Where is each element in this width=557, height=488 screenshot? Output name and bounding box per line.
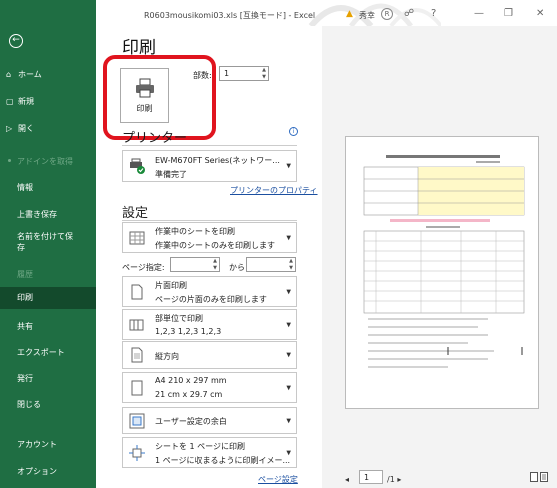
option-title: シートを 1 ページに印刷 xyxy=(155,442,246,451)
close-icon[interactable]: ✕ xyxy=(536,8,544,19)
margins-dropdown[interactable]: ユーザー設定の余白 ▼ xyxy=(122,407,297,434)
sheet-grid-icon xyxy=(129,231,145,244)
collate-icon xyxy=(129,319,144,330)
portrait-icon xyxy=(131,347,143,363)
chevron-down-icon: ▼ xyxy=(286,321,291,328)
coauthor-icon[interactable]: ☍ xyxy=(404,8,414,19)
avatar[interactable]: R xyxy=(381,8,393,20)
sidebar-item-get-addins: アドインを取得 xyxy=(17,157,73,166)
info-icon[interactable]: i xyxy=(289,127,298,136)
option-desc: 21 cm x 29.7 cm xyxy=(155,390,223,399)
sidebar-item-label: 新規 xyxy=(18,97,34,106)
sidebar-item-options[interactable]: オプション xyxy=(17,466,57,477)
paper-size-dropdown[interactable]: A4 210 x 297 mm 21 cm x 29.7 cm ▼ xyxy=(122,372,297,403)
spin-arrows-icon[interactable]: ▲ ▼ xyxy=(289,258,293,272)
printer-properties-link[interactable]: プリンターのプロパティ xyxy=(230,185,318,196)
sidebar-item-export[interactable]: エクスポート xyxy=(17,347,65,358)
backstage-sidebar: ← ⌂ ホーム ▢ 新規 ▷ 開く アドインを取得 情報 上書き保存 名前を付けて保存… xyxy=(0,0,96,488)
page-setup-link[interactable]: ページ設定 xyxy=(258,474,298,485)
spin-arrows-icon[interactable]: ▲ ▼ xyxy=(213,258,217,272)
copies-stepper[interactable]: 1 ▲ ▼ xyxy=(219,66,269,81)
folder-open-icon: ▷ xyxy=(6,124,13,133)
settings-heading: 設定 xyxy=(122,206,149,221)
margins-icon xyxy=(129,413,145,428)
pages-to-input[interactable]: ▲ ▼ xyxy=(246,257,296,272)
option-title: 作業中のシートを印刷 xyxy=(155,227,235,236)
sidebar-item-info[interactable]: 情報 xyxy=(17,182,33,193)
addin-bullet-icon xyxy=(8,159,11,162)
zoom-to-page-icon[interactable] xyxy=(530,472,548,482)
printer-dropdown[interactable]: EW-M670FT Series(ネットワー... 準備完了 ▼ xyxy=(122,150,297,182)
page-total: /1 ▸ xyxy=(387,475,402,484)
chevron-down-icon: ▼ xyxy=(286,162,291,170)
sidebar-item-account[interactable]: アカウント xyxy=(17,439,57,450)
sidebar-item-label: 名前を付けて保 xyxy=(17,232,73,241)
paper-size-icon xyxy=(131,380,143,395)
option-desc: 1 ページに収まるように印刷イメー... xyxy=(155,456,291,465)
minimize-icon[interactable]: — xyxy=(474,8,484,19)
page-thumbnail-icon xyxy=(363,155,525,368)
sidebar-item-share[interactable]: 共有 xyxy=(17,321,33,332)
divider xyxy=(122,220,297,221)
sidebar-item-new[interactable]: ▢ 新規 xyxy=(6,96,34,107)
warning-icon[interactable]: ▲ xyxy=(346,9,353,19)
sidebar-item-print[interactable]: 印刷 xyxy=(0,287,96,309)
back-arrow-icon[interactable]: ← xyxy=(9,34,23,48)
sidebar-item-save[interactable]: 上書き保存 xyxy=(17,209,57,220)
scaling-dropdown[interactable]: シートを 1 ページに印刷 1 ページに収まるように印刷イメー... ▼ xyxy=(122,437,297,468)
pages-to-label: から xyxy=(229,263,245,272)
chevron-down-icon: ▼ xyxy=(286,351,291,359)
sidebar-item-label: ホーム xyxy=(18,70,42,79)
user-name[interactable]: 秀幸 xyxy=(359,10,375,21)
fit-to-page-icon xyxy=(129,444,145,461)
option-desc: 作業中のシートのみを印刷します xyxy=(155,241,275,250)
sides-dropdown[interactable]: 片面印刷 ページの片面のみを印刷します ▼ xyxy=(122,276,297,307)
preview-page xyxy=(345,136,539,409)
sidebar-item-label-line2: 存 xyxy=(17,243,25,252)
sidebar-item-close[interactable]: 閉じる xyxy=(17,399,41,410)
previous-page-icon[interactable]: ◂ xyxy=(345,475,349,484)
restore-icon[interactable]: ❐ xyxy=(504,8,513,19)
sidebar-item-save-as[interactable]: 名前を付けて保存 xyxy=(17,231,73,253)
option-title: 部単位で印刷 xyxy=(155,314,203,323)
option-title: 片面印刷 xyxy=(155,281,187,290)
printer-name: EW-M670FT Series(ネットワー... xyxy=(155,156,280,165)
orientation-dropdown[interactable]: 縦方向 ▼ xyxy=(122,341,297,369)
home-icon: ⌂ xyxy=(6,70,12,79)
option-title: A4 210 x 297 mm xyxy=(155,376,227,385)
pages-label: ページ指定: xyxy=(122,263,165,272)
option-title: ユーザー設定の余白 xyxy=(155,417,227,426)
option-desc: 1,2,3 1,2,3 1,2,3 xyxy=(155,327,222,336)
help-icon[interactable]: ? xyxy=(431,8,436,19)
option-desc: ページの片面のみを印刷します xyxy=(155,295,267,304)
single-sided-icon xyxy=(131,284,143,299)
pages-from-input[interactable]: ▲ ▼ xyxy=(170,257,220,272)
chevron-down-icon: ▼ xyxy=(286,449,291,456)
printer-heading: プリンター xyxy=(122,131,188,146)
copies-value: 1 xyxy=(224,69,230,78)
sidebar-item-home[interactable]: ⌂ ホーム xyxy=(6,69,42,80)
title-bar: R0603mousikomi03.xls [互換モード] - Excel ▲ 秀… xyxy=(96,0,557,26)
spin-arrows-icon[interactable]: ▲ ▼ xyxy=(262,67,266,81)
sidebar-item-label: 開く xyxy=(18,124,34,133)
sidebar-item-open[interactable]: ▷ 開く xyxy=(6,123,34,134)
copies-label: 部数: xyxy=(193,71,212,80)
printer-ready-icon xyxy=(130,158,145,174)
chevron-down-icon: ▼ xyxy=(286,288,291,295)
chevron-down-icon: ▼ xyxy=(286,234,291,241)
window-title: R0603mousikomi03.xls [互換モード] - Excel xyxy=(144,11,316,20)
new-document-icon: ▢ xyxy=(6,97,14,106)
chevron-down-icon: ▼ xyxy=(286,417,291,424)
current-page-input[interactable]: 1 xyxy=(359,470,383,484)
option-title: 縦方向 xyxy=(155,352,179,361)
sidebar-item-history: 履歴 xyxy=(17,270,33,279)
chevron-down-icon: ▼ xyxy=(286,384,291,391)
collate-dropdown[interactable]: 部単位で印刷 1,2,3 1,2,3 1,2,3 ▼ xyxy=(122,309,297,340)
sidebar-item-publish[interactable]: 発行 xyxy=(17,373,33,384)
print-what-dropdown[interactable]: 作業中のシートを印刷 作業中のシートのみを印刷します ▼ xyxy=(122,222,297,253)
divider xyxy=(122,145,297,146)
printer-status: 準備完了 xyxy=(155,170,187,179)
